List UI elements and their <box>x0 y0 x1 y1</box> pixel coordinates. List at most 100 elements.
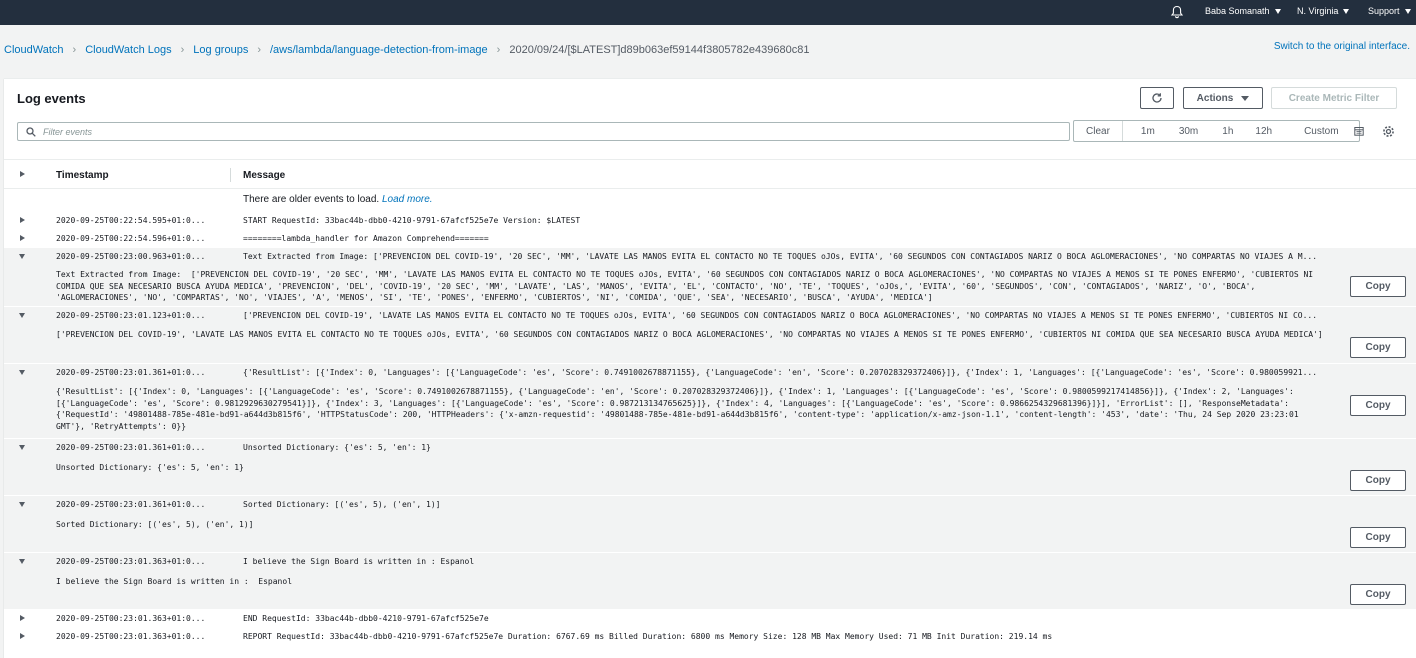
event-timestamp: 2020-09-25T00:23:01.363+01:0... <box>56 614 206 623</box>
event-message: END RequestId: 33bac44b-dbb0-4210-9791-6… <box>243 614 489 623</box>
collapse-icon[interactable] <box>19 370 25 375</box>
expand-icon[interactable] <box>20 633 25 639</box>
older-events-text: There are older events to load. <box>243 194 380 205</box>
copy-button[interactable]: Copy <box>1350 584 1406 605</box>
caret-down-icon <box>1404 8 1411 14</box>
actions-label: Actions <box>1196 92 1234 104</box>
expand-icon[interactable] <box>20 615 25 621</box>
top-nav-bar: Baba Somanath N. Virginia Support <box>0 0 1416 25</box>
filter-events-input[interactable]: Filter events <box>17 122 1070 141</box>
log-event-row-expanded[interactable]: 2020-09-25T00:23:01.361+01:0... Sorted D… <box>4 496 1416 552</box>
event-detail: I believe the Sign Board is written in :… <box>56 577 293 586</box>
event-timestamp: 2020-09-25T00:23:00.963+01:0... <box>56 252 206 261</box>
gear-icon[interactable] <box>1382 125 1395 138</box>
event-timestamp: 2020-09-25T00:23:01.361+01:0... <box>56 500 206 509</box>
refresh-icon <box>1152 93 1162 103</box>
chevron-right-icon: › <box>180 44 185 56</box>
log-events-panel: Log events Actions Create Metric Filter … <box>4 78 1416 658</box>
expand-icon[interactable] <box>20 235 25 241</box>
log-event-row[interactable]: 2020-09-25T00:23:01.363+01:0... REPORT R… <box>4 628 1416 646</box>
expand-icon[interactable] <box>20 217 25 223</box>
event-message: Sorted Dictionary: [('es', 5), ('en', 1)… <box>243 500 441 509</box>
log-event-row[interactable]: 2020-09-25T00:22:54.595+01:0... START Re… <box>4 212 1416 230</box>
breadcrumb-log-stream: 2020/09/24/[$LATEST]d89b063ef59144f38057… <box>509 44 810 56</box>
switch-interface-link[interactable]: Switch to the original interface. <box>1274 41 1410 52</box>
copy-button[interactable]: Copy <box>1350 395 1406 416</box>
log-event-row-expanded[interactable]: 2020-09-25T00:23:01.123+01:0... ['PREVEN… <box>4 307 1416 363</box>
user-menu[interactable]: Baba Somanath <box>1205 6 1281 16</box>
column-divider <box>230 168 231 182</box>
log-event-row[interactable]: 2020-09-25T00:22:54.596+01:0... ========… <box>4 230 1416 248</box>
breadcrumb-log-groups[interactable]: Log groups <box>193 44 248 56</box>
log-event-row-expanded[interactable]: 2020-09-25T00:23:01.361+01:0... {'Result… <box>4 364 1416 438</box>
event-timestamp: 2020-09-25T00:23:01.361+01:0... <box>56 368 206 377</box>
time-range-selector: Clear 1m 30m 1h 12h Custom <box>1073 120 1364 142</box>
log-event-row-expanded[interactable]: 2020-09-25T00:23:01.363+01:0... I believ… <box>4 553 1416 609</box>
collapse-icon[interactable] <box>19 502 25 507</box>
column-timestamp[interactable]: Timestamp <box>56 170 109 181</box>
region-menu[interactable]: N. Virginia <box>1297 6 1350 16</box>
support-label: Support <box>1368 6 1400 16</box>
refresh-button[interactable] <box>1140 87 1174 109</box>
event-detail: Unsorted Dictionary: {'es': 5, 'en': 1} <box>56 463 244 472</box>
chevron-right-icon: › <box>72 44 77 56</box>
search-icon <box>26 127 36 137</box>
table-header: Timestamp Message <box>4 159 1416 189</box>
event-message: {'ResultList': [{'Index': 0, 'Languages'… <box>243 368 1318 377</box>
event-detail: ['PREVENCION DEL COVID-19', 'LAVATE LAS … <box>56 330 1323 339</box>
actions-button[interactable]: Actions <box>1183 87 1263 109</box>
log-event-row-expanded[interactable]: 2020-09-25T00:23:01.361+01:0... Unsorted… <box>4 439 1416 495</box>
time-custom-label: Custom <box>1304 125 1339 137</box>
log-event-row[interactable]: 2020-09-25T00:23:01.363+01:0... END Requ… <box>4 610 1416 628</box>
caret-down-icon <box>1274 8 1281 14</box>
chevron-right-icon: › <box>257 44 261 56</box>
panel-title: Log events <box>17 91 86 106</box>
caret-down-icon <box>1241 95 1250 101</box>
copy-button[interactable]: Copy <box>1350 527 1406 548</box>
collapse-icon[interactable] <box>19 254 25 259</box>
copy-button[interactable]: Copy <box>1350 276 1406 297</box>
copy-button[interactable]: Copy <box>1350 337 1406 358</box>
event-message: I believe the Sign Board is written in :… <box>243 557 475 566</box>
event-timestamp: 2020-09-25T00:23:01.363+01:0... <box>56 632 206 641</box>
support-menu[interactable]: Support <box>1368 6 1411 16</box>
log-event-row-expanded[interactable]: 2020-09-25T00:23:00.963+01:0... Text Ext… <box>4 248 1416 306</box>
collapse-icon[interactable] <box>19 313 25 318</box>
breadcrumb-cloudwatch[interactable]: CloudWatch <box>4 44 64 56</box>
caret-down-icon <box>1343 8 1350 14</box>
event-message: START RequestId: 33bac44b-dbb0-4210-9791… <box>243 216 581 225</box>
create-metric-filter-button[interactable]: Create Metric Filter <box>1271 87 1397 109</box>
user-name: Baba Somanath <box>1205 6 1270 16</box>
calendar-icon <box>1353 127 1364 136</box>
event-timestamp: 2020-09-25T00:22:54.596+01:0... <box>56 234 206 243</box>
event-timestamp: 2020-09-25T00:22:54.595+01:0... <box>56 216 206 225</box>
event-detail: Text Extracted from Image: ['PREVENCION … <box>56 270 1318 302</box>
chevron-right-icon: › <box>496 44 501 56</box>
collapse-icon[interactable] <box>19 445 25 450</box>
time-30m-button[interactable]: 30m <box>1165 126 1208 137</box>
time-custom-button[interactable]: Custom <box>1282 126 1373 137</box>
event-message: ========lambda_handler for Amazon Compre… <box>243 234 489 243</box>
time-12h-button[interactable]: 12h <box>1243 126 1282 137</box>
column-message[interactable]: Message <box>243 170 285 181</box>
event-timestamp: 2020-09-25T00:23:01.123+01:0... <box>56 311 206 320</box>
time-clear-button[interactable]: Clear <box>1074 121 1123 141</box>
breadcrumb: CloudWatch › CloudWatch Logs › Log group… <box>4 44 809 56</box>
bell-icon[interactable] <box>1170 5 1184 19</box>
event-message: REPORT RequestId: 33bac44b-dbb0-4210-979… <box>243 632 1053 641</box>
expand-all-icon[interactable] <box>20 171 25 177</box>
time-1h-button[interactable]: 1h <box>1208 126 1243 137</box>
copy-button[interactable]: Copy <box>1350 470 1406 491</box>
event-detail: Sorted Dictionary: [('es', 5), ('en', 1)… <box>56 520 254 529</box>
older-events-notice: There are older events to load. Load mor… <box>243 194 433 205</box>
breadcrumb-log-group[interactable]: /aws/lambda/language-detection-from-imag… <box>270 44 488 56</box>
event-message: ['PREVENCION DEL COVID-19', 'LAVATE LAS … <box>243 311 1318 320</box>
event-message: Unsorted Dictionary: {'es': 5, 'en': 1} <box>243 443 431 452</box>
collapse-icon[interactable] <box>19 559 25 564</box>
event-timestamp: 2020-09-25T00:23:01.361+01:0... <box>56 443 206 452</box>
region-name: N. Virginia <box>1297 6 1339 16</box>
load-more-link[interactable]: Load more. <box>382 194 433 205</box>
breadcrumb-cloudwatch-logs[interactable]: CloudWatch Logs <box>85 44 171 56</box>
time-1m-button[interactable]: 1m <box>1123 126 1165 137</box>
event-detail: {'ResultList': [{'Index': 0, 'Languages'… <box>56 387 1304 431</box>
